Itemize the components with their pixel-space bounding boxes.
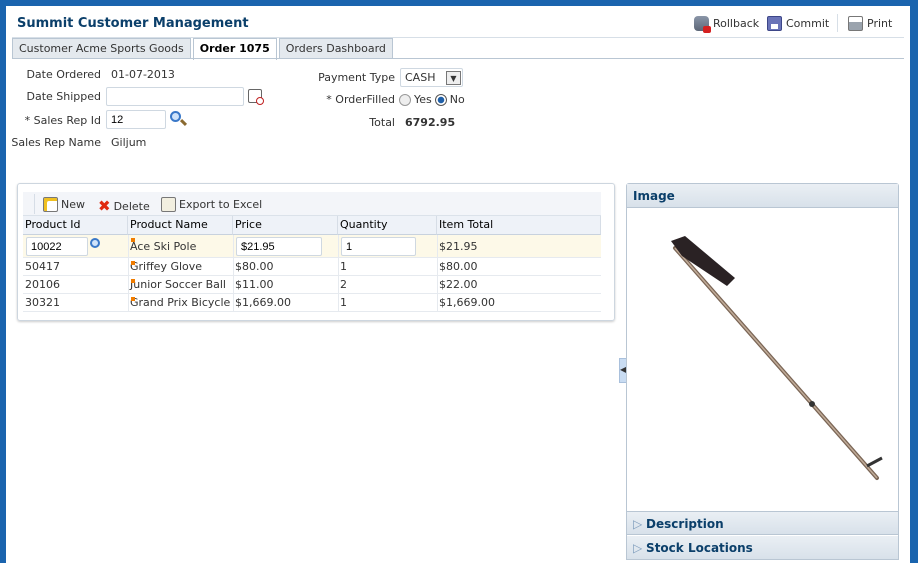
column-header[interactable]: Item Total [437,216,601,235]
cell-divider [338,235,339,258]
new-document-icon [43,197,58,212]
table-cell: $11.00 [235,278,274,291]
cell-input[interactable] [26,237,88,256]
sales-rep-name-value: Giljum [111,136,147,149]
payment-type-select[interactable]: CASH ▼ [400,68,463,87]
expand-triangle-icon: ▷ [633,541,647,555]
column-header[interactable]: Product Id [23,216,128,235]
tab-customer[interactable]: Customer Acme Sports Goods [12,38,191,59]
export-label: Export to Excel [179,198,263,211]
table-cell: Grand Prix Bicycle [130,296,231,309]
table-cell: $1,669.00 [235,296,291,309]
description-section[interactable]: ▷ Description [627,511,898,535]
image-header: Image [627,184,898,208]
export-to-excel-button[interactable]: Export to Excel [161,197,262,212]
changed-indicator [131,297,135,301]
table-cell: 50417 [25,260,60,273]
date-shipped-input[interactable] [106,87,244,106]
order-filled-radio-group: Yes No [399,93,465,106]
payment-type-value: CASH [405,71,436,84]
delete-button[interactable]: ✖ Delete [98,197,150,215]
table-cell: $21.95 [439,239,478,253]
table-cell: Griffey Glove [130,260,203,273]
commit-button[interactable]: Commit [767,16,829,31]
table-row[interactable] [23,258,601,276]
stock-locations-section[interactable]: ▷ Stock Locations [627,536,898,560]
table-cell: Junior Soccer Ball [130,278,226,291]
toolbar-separator [34,194,35,214]
table-cell: 20106 [25,278,60,291]
rollback-label: Rollback [713,17,760,30]
date-ordered-label: Date Ordered [26,68,101,81]
changed-indicator [131,261,135,265]
table-cell: 30321 [25,296,60,309]
stock-locations-label: Stock Locations [646,541,753,555]
printer-icon [848,16,863,31]
search-icon[interactable] [170,111,188,127]
app-title: Summit Customer Management [17,16,249,31]
cell-divider [233,235,234,258]
expand-triangle-icon: ▷ [633,517,647,531]
payment-type-label: Payment Type [318,71,395,84]
description-label: Description [646,517,724,531]
ski-pole-image [671,236,883,480]
save-icon [767,16,782,31]
delete-label: Delete [113,199,150,213]
print-button[interactable]: Print [848,16,892,31]
table-cell: $80.00 [235,260,274,273]
table-cell: 1 [340,296,347,309]
tab-bar: Customer Acme Sports Goods Order 1075 Or… [12,38,395,60]
total-value: 6792.95 [405,116,456,129]
rollback-button[interactable]: Rollback [694,16,760,33]
sales-rep-id-label: * Sales Rep Id [24,114,101,127]
column-header[interactable]: Price [233,216,338,235]
date-ordered-value: 01-07-2013 [111,68,175,81]
toolbar-separator [837,14,838,32]
changed-indicator [131,279,135,283]
cell-input[interactable] [236,237,322,256]
delete-x-icon: ✖ [98,197,111,215]
changed-indicator [131,238,135,242]
calendar-clock-icon[interactable] [248,89,264,105]
column-header[interactable]: Product Name [128,216,233,235]
table-row[interactable] [23,276,601,294]
table-cell: 2 [340,278,347,291]
commit-label: Commit [786,17,830,30]
chevron-down-icon: ▼ [446,71,461,85]
tab-order[interactable]: Order 1075 [192,38,277,60]
sales-rep-id-input[interactable] [106,110,166,129]
image-panel: Image ▷ Description ▷ Stock Locations [626,183,899,560]
new-label: New [61,198,85,211]
radio-yes-label: Yes [414,93,432,106]
database-undo-icon [694,16,711,33]
table-cell: $22.00 [439,278,478,291]
total-label: Total [369,116,395,129]
radio-no-label: No [449,93,465,106]
table-row[interactable] [23,294,601,312]
column-header[interactable]: Quantity [338,216,437,235]
new-button[interactable]: New [43,197,85,212]
table-cell: 1 [340,260,347,273]
table-cell: Ace Ski Pole [130,239,197,253]
excel-export-icon [161,197,176,212]
table-cell: $1,669.00 [439,296,495,309]
radio-no[interactable] [434,93,447,106]
product-search-icon[interactable] [90,238,100,248]
radio-yes[interactable] [399,93,411,106]
print-label: Print [867,17,893,30]
tab-orders-dashboard[interactable]: Orders Dashboard [278,38,393,59]
order-filled-label: * OrderFilled [326,93,395,106]
table-cell: $80.00 [439,260,478,273]
tab-divider [12,58,904,59]
date-shipped-label: Date Shipped [26,90,101,103]
cell-input[interactable] [341,237,416,256]
sales-rep-name-label: Sales Rep Name [11,136,101,149]
